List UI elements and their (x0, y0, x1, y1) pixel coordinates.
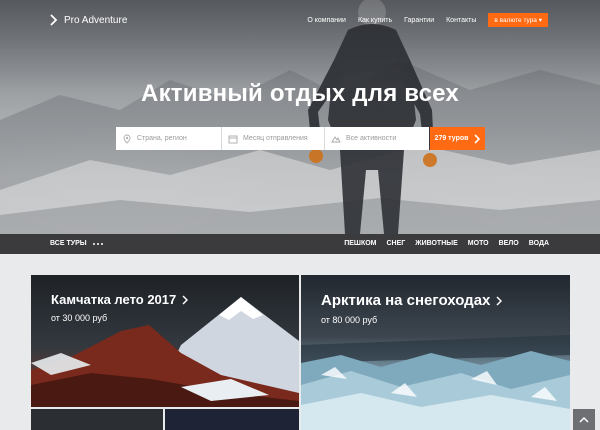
month-placeholder: Месяц отправления (243, 135, 308, 142)
hero-title: Активный отдых для всех (141, 80, 459, 107)
location-pin-icon (123, 134, 131, 144)
search-tours-button[interactable]: 279 туров (430, 127, 485, 150)
tour-card-kamchatka[interactable]: Камчатка лето 2017 от 30 000 руб (31, 275, 299, 407)
nav-link-guarantees[interactable]: Гарантии (404, 17, 434, 24)
category-moto[interactable]: МОТО (468, 240, 489, 247)
category-hiking[interactable]: ПЕШКОМ (344, 240, 376, 247)
chevron-right-icon (474, 133, 481, 144)
category-snow[interactable]: СНЕГ (387, 240, 406, 247)
chevron-right-icon (496, 295, 503, 306)
scroll-to-top-button[interactable] (573, 409, 595, 430)
chevron-up-icon (579, 416, 589, 423)
month-field[interactable]: Месяц отправления (222, 127, 325, 150)
tour-price: от 30 000 руб (51, 313, 108, 323)
logo-text: Pro Adventure (64, 14, 128, 26)
category-bike[interactable]: ВЕЛО (499, 240, 519, 247)
tour-card-partial-1[interactable] (31, 409, 163, 430)
all-tours-menu[interactable]: ВСЕ ТУРЫ (50, 240, 103, 247)
destination-field[interactable]: Страна, регион (116, 127, 222, 150)
tour-price: от 80 000 руб (321, 315, 378, 325)
destination-placeholder: Страна, регион (137, 135, 187, 142)
nav-link-contacts[interactable]: Контакты (446, 17, 476, 24)
site-logo[interactable]: Pro Adventure (50, 14, 127, 26)
tour-title-text: Арктика на снегоходах (321, 292, 491, 309)
category-bar: ВСЕ ТУРЫ ПЕШКОМ СНЕГ ЖИВОТНЫЕ МОТО ВЕЛО … (0, 234, 600, 254)
hero-banner: Pro Adventure О компании Как купить Гара… (0, 0, 600, 234)
tour-title-text: Камчатка лето 2017 (51, 292, 177, 307)
chevron-right-icon (182, 294, 189, 305)
top-navigation: Pro Adventure О компании Как купить Гара… (0, 0, 600, 44)
activity-placeholder: Все активности (346, 135, 397, 142)
chevron-right-icon (50, 14, 58, 26)
category-water[interactable]: ВОДА (529, 240, 549, 247)
tour-search-bar: Страна, регион Месяц отправления Все акт… (116, 127, 485, 150)
nav-link-how-to-buy[interactable]: Как купить (358, 17, 392, 24)
all-tours-label: ВСЕ ТУРЫ (50, 240, 87, 247)
currency-selector[interactable]: в валюте тура ▾ (488, 13, 548, 27)
search-button-label: 279 туров (434, 135, 469, 142)
nav-link-about[interactable]: О компании (307, 17, 346, 24)
tour-card-arctic[interactable]: Арктика на снегоходах от 80 000 руб (301, 275, 570, 430)
tour-card-partial-2[interactable] (165, 409, 299, 430)
activity-field[interactable]: Все активности (325, 127, 429, 150)
category-animals[interactable]: ЖИВОТНЫЕ (415, 240, 458, 247)
calendar-icon (228, 135, 238, 143)
tour-title: Арктика на снегоходах (321, 292, 503, 309)
more-dots-icon (92, 242, 103, 245)
tour-title: Камчатка лето 2017 (51, 292, 189, 307)
activity-icon (331, 135, 341, 142)
currency-label: в валюте тура (494, 17, 537, 24)
